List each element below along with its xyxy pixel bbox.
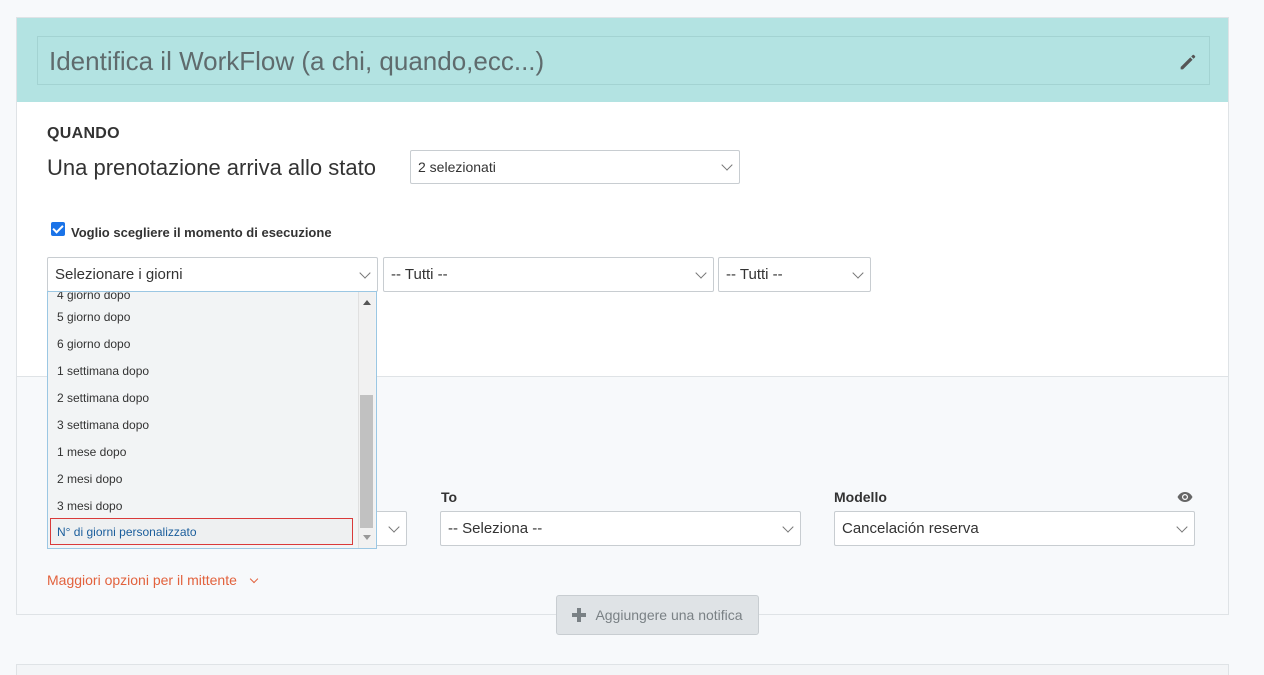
eye-icon[interactable] bbox=[1177, 491, 1193, 503]
more-sender-options-label: Maggiori opzioni per il mittente bbox=[47, 572, 237, 588]
more-sender-options-link[interactable]: Maggiori opzioni per il mittente bbox=[47, 572, 259, 588]
scroll-up-icon[interactable] bbox=[363, 300, 371, 305]
days-dropdown-list[interactable]: 4 giorno dopo 5 giorno dopo 6 giorno dop… bbox=[47, 291, 377, 549]
add-notification-label: Aggiungere una notifica bbox=[595, 607, 743, 623]
days-select-value: Selezionare i giorni bbox=[55, 266, 183, 283]
workflow-title-box[interactable]: Identifica il WorkFlow (a chi, quando,ec… bbox=[37, 36, 1210, 85]
execution-time-label[interactable]: Voglio scegliere il momento di esecuzion… bbox=[71, 225, 332, 240]
dropdown-item[interactable]: 2 settimana dopo bbox=[48, 384, 356, 411]
chevron-down-icon bbox=[852, 266, 864, 279]
next-card bbox=[16, 664, 1229, 675]
pencil-icon[interactable] bbox=[1177, 51, 1199, 73]
card-header: Identifica il WorkFlow (a chi, quando,ec… bbox=[17, 18, 1228, 102]
dropdown-item-selected[interactable]: N° di giorni personalizzato bbox=[50, 518, 353, 545]
time-select-2[interactable]: -- Tutti -- bbox=[718, 257, 871, 292]
state-select-value: 2 selezionati bbox=[418, 159, 496, 175]
quando-label: QUANDO bbox=[47, 125, 120, 142]
dropdown-item[interactable]: 1 mese dopo bbox=[48, 438, 356, 465]
time-select-1[interactable]: -- Tutti -- bbox=[383, 257, 714, 292]
chevron-down-icon bbox=[721, 159, 733, 171]
scroll-thumb[interactable] bbox=[360, 395, 373, 528]
scroll-down-icon[interactable] bbox=[363, 535, 371, 540]
dropdown-item-cut[interactable]: 4 giorno dopo bbox=[57, 292, 130, 302]
chevron-down-icon bbox=[388, 520, 400, 533]
dropdown-item[interactable]: 5 giorno dopo bbox=[48, 303, 356, 330]
to-select-value: -- Seleziona -- bbox=[448, 520, 543, 537]
modello-label: Modello bbox=[834, 489, 887, 505]
modello-select[interactable]: Cancelación reserva bbox=[834, 511, 1195, 546]
modello-select-value: Cancelación reserva bbox=[842, 520, 979, 537]
workflow-title[interactable]: Identifica il WorkFlow (a chi, quando,ec… bbox=[49, 46, 544, 77]
to-label: To bbox=[441, 489, 458, 505]
chevron-down-icon bbox=[359, 266, 371, 279]
dropdown-item[interactable]: 6 giorno dopo bbox=[48, 330, 356, 357]
days-select[interactable]: Selezionare i giorni bbox=[47, 257, 378, 292]
plus-icon bbox=[572, 608, 587, 622]
time-select-2-value: -- Tutti -- bbox=[726, 266, 783, 283]
chevron-down-icon bbox=[782, 520, 794, 533]
dropdown-item[interactable]: 3 mesi dopo bbox=[48, 492, 356, 519]
chevron-down-icon bbox=[1176, 520, 1188, 533]
time-select-1-value: -- Tutti -- bbox=[391, 266, 448, 283]
to-select[interactable]: -- Seleziona -- bbox=[440, 511, 801, 546]
chevron-down-icon bbox=[249, 574, 259, 584]
state-select[interactable]: 2 selezionati bbox=[410, 150, 740, 184]
dropdown-item[interactable]: 1 settimana dopo bbox=[48, 357, 356, 384]
state-text: Una prenotazione arriva allo stato bbox=[47, 155, 376, 180]
add-notification-button[interactable]: Aggiungere una notifica bbox=[556, 595, 759, 635]
execution-time-checkbox[interactable] bbox=[51, 222, 65, 236]
dropdown-item[interactable]: 3 settimana dopo bbox=[48, 411, 356, 438]
dropdown-scrollbar[interactable] bbox=[358, 292, 375, 548]
dropdown-item[interactable]: 2 mesi dopo bbox=[48, 465, 356, 492]
chevron-down-icon bbox=[695, 266, 707, 279]
